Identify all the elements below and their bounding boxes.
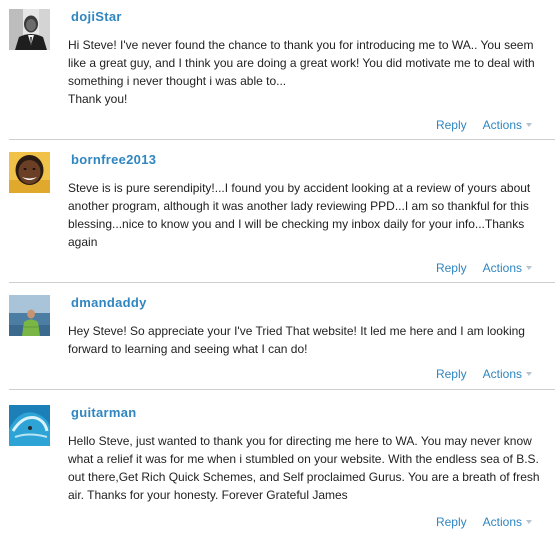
divider (9, 389, 555, 390)
comment-actions: Reply Actions (436, 367, 532, 381)
comment-paragraph: Hi Steve! I've never found the chance to… (68, 38, 535, 88)
actions-menu-button[interactable]: Actions (483, 367, 532, 381)
comment-paragraph: Thank you! (68, 92, 128, 106)
comment-actions: Reply Actions (436, 118, 532, 132)
avatar-smiling-woman-icon (9, 152, 50, 193)
avatar-ocean-wave-icon (9, 405, 50, 446)
username[interactable]: dojiStar (71, 9, 122, 24)
chevron-down-icon (526, 266, 532, 270)
divider (9, 139, 555, 140)
comment-paragraph: Hello Steve, just wanted to thank you fo… (68, 434, 540, 502)
chevron-down-icon (526, 520, 532, 524)
actions-label: Actions (482, 261, 522, 275)
avatar[interactable] (9, 295, 50, 336)
username[interactable]: dmandaddy (71, 295, 147, 310)
comment-body: Steve is is pure serendipity!...I found … (68, 179, 546, 251)
comment-actions: Reply Actions (436, 261, 532, 275)
avatar-man-by-sea-icon (9, 295, 50, 336)
comment-body: Hey Steve! So appreciate your I've Tried… (68, 322, 546, 358)
actions-label: Actions (482, 515, 522, 529)
avatar-man-in-suit-icon (9, 9, 50, 50)
avatar[interactable] (9, 152, 50, 193)
reply-button[interactable]: Reply (436, 367, 467, 381)
reply-button[interactable]: Reply (436, 118, 467, 132)
reply-button[interactable]: Reply (436, 515, 467, 529)
username[interactable]: guitarman (71, 405, 137, 420)
actions-menu-button[interactable]: Actions (483, 515, 532, 529)
avatar[interactable] (9, 405, 50, 446)
actions-label: Actions (482, 367, 522, 381)
comment-body: Hello Steve, just wanted to thank you fo… (68, 432, 546, 504)
comment-paragraph: Hey Steve! So appreciate your I've Tried… (68, 324, 525, 356)
avatar[interactable] (9, 9, 50, 50)
chevron-down-icon (526, 123, 532, 127)
divider (9, 282, 555, 283)
reply-button[interactable]: Reply (436, 261, 467, 275)
actions-menu-button[interactable]: Actions (483, 261, 532, 275)
actions-menu-button[interactable]: Actions (483, 118, 532, 132)
comment-paragraph: Steve is is pure serendipity!...I found … (68, 181, 531, 249)
username[interactable]: bornfree2013 (71, 152, 156, 167)
comment-actions: Reply Actions (436, 515, 532, 529)
chevron-down-icon (526, 372, 532, 376)
actions-label: Actions (482, 118, 522, 132)
comment-body: Hi Steve! I've never found the chance to… (68, 36, 546, 108)
